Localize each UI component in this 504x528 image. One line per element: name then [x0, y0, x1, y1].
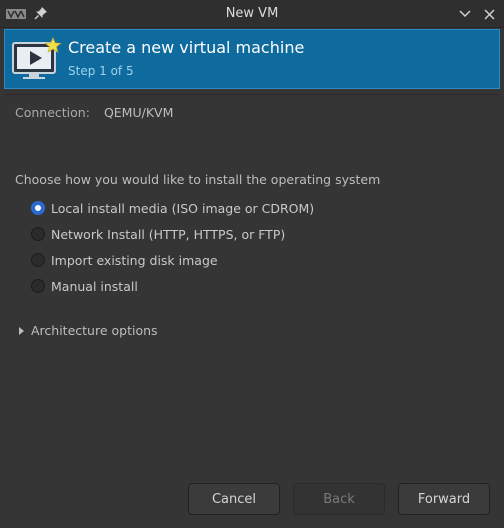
radio-label: Network Install (HTTP, HTTPS, or FTP) — [51, 226, 286, 242]
radio-label: Import existing disk image — [51, 252, 218, 268]
close-button[interactable] — [480, 5, 498, 23]
forward-button[interactable]: Forward — [398, 483, 490, 515]
minimize-button[interactable] — [456, 5, 474, 23]
new-vm-monitor-icon — [12, 37, 62, 79]
expander-arrow-icon — [19, 326, 24, 335]
radio-button[interactable] — [31, 279, 45, 293]
radio-button[interactable] — [31, 253, 45, 267]
divider — [4, 94, 500, 95]
radio-import-disk-image[interactable]: Import existing disk image — [31, 251, 218, 269]
architecture-options-expander[interactable]: Architecture options — [19, 323, 158, 338]
close-icon — [483, 8, 495, 20]
connection-value: QEMU/KVM — [103, 105, 174, 120]
radio-label: Manual install — [51, 278, 138, 294]
radio-button[interactable] — [31, 201, 45, 215]
connection-row: Connection: QEMU/KVM — [15, 105, 173, 120]
install-method-prompt: Choose how you would like to install the… — [15, 172, 381, 187]
radio-manual-install[interactable]: Manual install — [31, 277, 138, 295]
window-title: New VM — [225, 6, 279, 21]
radio-local-install-media[interactable]: Local install media (ISO image or CDROM) — [31, 199, 314, 217]
step-indicator: Step 1 of 5 — [68, 64, 134, 78]
chevron-down-icon — [459, 10, 471, 18]
banner-title: Create a new virtual machine — [68, 38, 305, 57]
radio-button[interactable] — [31, 227, 45, 241]
cancel-button[interactable]: Cancel — [188, 483, 280, 515]
back-button[interactable]: Back — [293, 483, 385, 515]
radio-label: Local install media (ISO image or CDROM) — [51, 200, 315, 216]
architecture-options-label: Architecture options — [31, 323, 158, 338]
new-vm-window: New VM Create a new virtual machine Step… — [0, 0, 504, 528]
radio-network-install[interactable]: Network Install (HTTP, HTTPS, or FTP) — [31, 225, 285, 243]
connection-label: Connection: — [15, 105, 90, 120]
header-banner: Create a new virtual machine Step 1 of 5 — [4, 29, 500, 89]
title-bar: New VM — [0, 0, 504, 28]
